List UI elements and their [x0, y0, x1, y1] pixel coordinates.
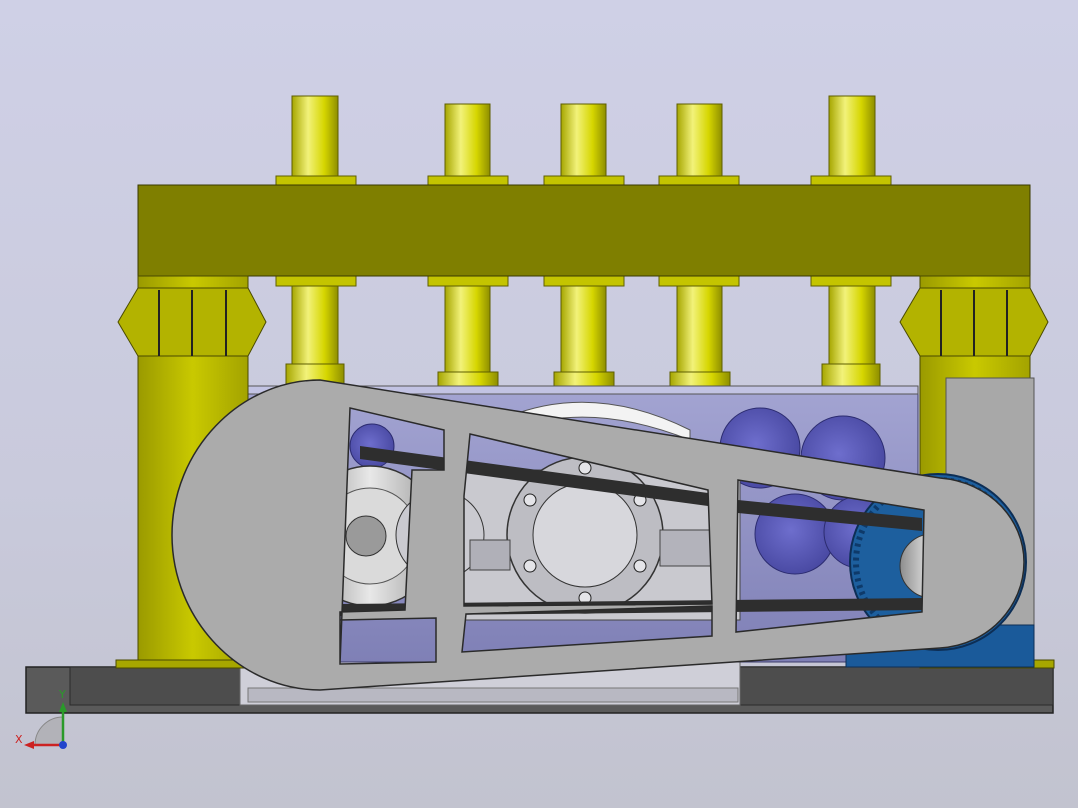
z-axis-dot [59, 741, 67, 749]
cad-viewport[interactable]: Y X [0, 0, 1078, 808]
triad-x-label: X [15, 733, 23, 746]
triad-y-label: Y [59, 688, 66, 701]
pump-assembly-model[interactable] [0, 0, 1078, 808]
